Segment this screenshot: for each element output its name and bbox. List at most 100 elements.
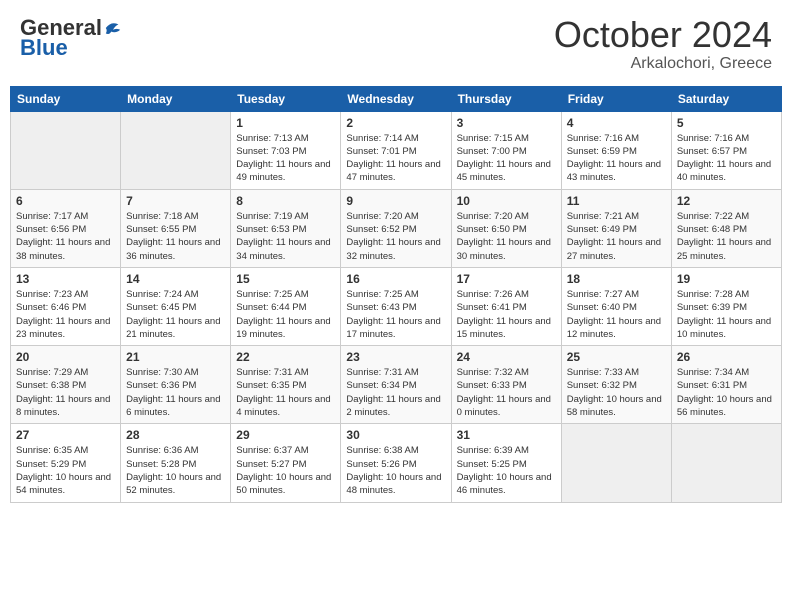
calendar-cell: 4Sunrise: 7:16 AMSunset: 6:59 PMDaylight… <box>561 111 671 189</box>
day-number: 30 <box>346 428 445 442</box>
daylight-label: Daylight: 11 hours and 36 minutes. <box>126 237 220 261</box>
day-info: Sunrise: 7:22 AMSunset: 6:48 PMDaylight:… <box>677 210 776 263</box>
day-info: Sunrise: 7:15 AMSunset: 7:00 PMDaylight:… <box>457 132 556 185</box>
day-info: Sunrise: 7:13 AM Sunset: 7:03 PM Daylight:… <box>236 132 335 185</box>
sunset-text: Sunset: 5:25 PM <box>457 459 527 470</box>
weekday-header-tuesday: Tuesday <box>231 86 341 111</box>
month-title: October 2024 Arkalochori, Greece <box>554 15 772 73</box>
location-heading: Arkalochori, Greece <box>554 55 772 73</box>
daylight-label: Daylight: 11 hours and 17 minutes. <box>346 316 440 340</box>
month-year-heading: October 2024 <box>554 15 772 55</box>
calendar-cell: 25Sunrise: 7:33 AMSunset: 6:32 PMDayligh… <box>561 346 671 424</box>
calendar-cell: 13Sunrise: 7:23 AMSunset: 6:46 PMDayligh… <box>11 267 121 345</box>
day-info: Sunrise: 7:31 AMSunset: 6:35 PMDaylight:… <box>236 366 335 419</box>
day-number: 19 <box>677 272 776 286</box>
day-info: Sunrise: 7:32 AMSunset: 6:33 PMDaylight:… <box>457 366 556 419</box>
calendar-cell: 15Sunrise: 7:25 AMSunset: 6:44 PMDayligh… <box>231 267 341 345</box>
day-number: 17 <box>457 272 556 286</box>
sunrise-text: Sunrise: 7:29 AM <box>16 367 88 378</box>
day-number: 14 <box>126 272 225 286</box>
calendar-cell: 19Sunrise: 7:28 AMSunset: 6:39 PMDayligh… <box>671 267 781 345</box>
sunrise-text: Sunrise: 7:16 AM <box>677 133 749 144</box>
weekday-header-monday: Monday <box>121 86 231 111</box>
sunrise-text: Sunrise: 6:35 AM <box>16 445 88 456</box>
daylight-label: Daylight: 10 hours and 46 minutes. <box>457 472 552 496</box>
day-info: Sunrise: 7:19 AMSunset: 6:53 PMDaylight:… <box>236 210 335 263</box>
daylight-label: Daylight: 10 hours and 54 minutes. <box>16 472 111 496</box>
sunrise-text: Sunrise: 7:30 AM <box>126 367 198 378</box>
day-number: 24 <box>457 350 556 364</box>
day-number: 1 <box>236 116 335 130</box>
sunset-text: Sunset: 7:00 PM <box>457 146 527 157</box>
calendar-cell: 1 Sunrise: 7:13 AM Sunset: 7:03 PM Daylight… <box>231 111 341 189</box>
daylight-label: Daylight: 11 hours and 21 minutes. <box>126 316 220 340</box>
daylight-label: Daylight: 11 hours and 12 minutes. <box>567 316 661 340</box>
sunrise-text: Sunrise: 6:36 AM <box>126 445 198 456</box>
calendar-cell <box>11 111 121 189</box>
day-info: Sunrise: 6:37 AMSunset: 5:27 PMDaylight:… <box>236 444 335 497</box>
daylight-label: Daylight: 11 hours and 10 minutes. <box>677 316 771 340</box>
day-info: Sunrise: 7:31 AMSunset: 6:34 PMDaylight:… <box>346 366 445 419</box>
weekday-header-friday: Friday <box>561 86 671 111</box>
day-number: 15 <box>236 272 335 286</box>
calendar-week-row: 13Sunrise: 7:23 AMSunset: 6:46 PMDayligh… <box>11 267 782 345</box>
calendar-cell: 29 Sunrise: 6:37 AMSunset: 5:27 PMDayligh… <box>231 424 341 502</box>
day-number: 28 <box>126 428 225 442</box>
sunrise-text: Sunrise: 7:18 AM <box>126 211 198 222</box>
sunrise-text: Sunrise: 6:38 AM <box>346 445 418 456</box>
calendar-cell <box>561 424 671 502</box>
daylight-label: Daylight: 11 hours and 8 minutes. <box>16 394 110 418</box>
daylight-label: Daylight: 11 hours and 6 minutes. <box>126 394 220 418</box>
sunset-text: Sunset: 7:03 PM <box>236 146 306 157</box>
calendar-cell: 11Sunrise: 7:21 AMSunset: 6:49 PMDayligh… <box>561 189 671 267</box>
daylight-label: Daylight: 10 hours and 48 minutes. <box>346 472 441 496</box>
calendar-cell: 6Sunrise: 7:17 AMSunset: 6:56 PMDaylight… <box>11 189 121 267</box>
sunset-text: Sunset: 6:49 PM <box>567 224 637 235</box>
calendar-cell: 5 Sunrise: 7:16 AMSunset: 6:57 PMDaylight… <box>671 111 781 189</box>
day-number: 23 <box>346 350 445 364</box>
day-number: 16 <box>346 272 445 286</box>
day-number: 21 <box>126 350 225 364</box>
sunset-text: Sunset: 7:01 PM <box>346 146 416 157</box>
sunset-text: Sunset: 6:56 PM <box>16 224 86 235</box>
daylight-label: Daylight: 11 hours and 45 minutes. <box>457 159 551 183</box>
sunrise-text: Sunrise: 7:14 AM <box>346 133 418 144</box>
day-number: 5 <box>677 116 776 130</box>
day-info: Sunrise: 7:14 AM Sunset: 7:01 PM Daylight:… <box>346 132 445 185</box>
day-number: 10 <box>457 194 556 208</box>
sunset-text: Sunset: 5:29 PM <box>16 459 86 470</box>
page-header: General Blue October 2024 Arkalochori, G… <box>10 10 782 78</box>
sunrise-text: Sunrise: 7:19 AM <box>236 211 308 222</box>
calendar-cell: 7Sunrise: 7:18 AMSunset: 6:55 PMDaylight… <box>121 189 231 267</box>
day-info: Sunrise: 6:36 AMSunset: 5:28 PMDaylight:… <box>126 444 225 497</box>
sunset-text: Sunset: 6:34 PM <box>346 380 416 391</box>
day-info: Sunrise: 7:18 AMSunset: 6:55 PMDaylight:… <box>126 210 225 263</box>
logo-bird-icon <box>104 19 122 37</box>
day-number: 26 <box>677 350 776 364</box>
day-number: 22 <box>236 350 335 364</box>
sunrise-text: Sunrise: 7:21 AM <box>567 211 639 222</box>
sunrise-text: Sunrise: 7:28 AM <box>677 289 749 300</box>
day-info: Sunrise: 7:17 AMSunset: 6:56 PMDaylight:… <box>16 210 115 263</box>
day-number: 29 <box>236 428 335 442</box>
day-number: 3 <box>457 116 556 130</box>
daylight-label: Daylight: 11 hours and 49 minutes. <box>236 159 330 183</box>
calendar-cell: 30 Sunrise: 6:38 AM Sunset: 5:26 PM Dayligh… <box>341 424 451 502</box>
sunset-text: Sunset: 5:26 PM <box>346 459 416 470</box>
calendar-week-row: 27 Sunrise: 6:35 AM Sunset: 5:29 PM Dayligh… <box>11 424 782 502</box>
calendar-table: SundayMondayTuesdayWednesdayThursdayFrid… <box>10 86 782 503</box>
sunrise-text: Sunrise: 7:13 AM <box>236 133 308 144</box>
sunrise-text: Sunrise: 7:31 AM <box>236 367 308 378</box>
day-number: 9 <box>346 194 445 208</box>
day-info: Sunrise: 6:39 AMSunset: 5:25 PMDaylight:… <box>457 444 556 497</box>
sunrise-text: Sunrise: 7:34 AM <box>677 367 749 378</box>
day-number: 27 <box>16 428 115 442</box>
day-info: Sunrise: 7:20 AMSunset: 6:50 PMDaylight:… <box>457 210 556 263</box>
day-info: Sunrise: 7:16 AMSunset: 6:59 PMDaylight:… <box>567 132 666 185</box>
day-info: Sunrise: 7:16 AMSunset: 6:57 PMDaylight:… <box>677 132 776 185</box>
day-info: Sunrise: 7:21 AMSunset: 6:49 PMDaylight:… <box>567 210 666 263</box>
daylight-label: Daylight: 11 hours and 47 minutes. <box>346 159 440 183</box>
day-info: Sunrise: 7:26 AMSunset: 6:41 PMDaylight:… <box>457 288 556 341</box>
calendar-cell <box>121 111 231 189</box>
sunset-text: Sunset: 6:41 PM <box>457 302 527 313</box>
